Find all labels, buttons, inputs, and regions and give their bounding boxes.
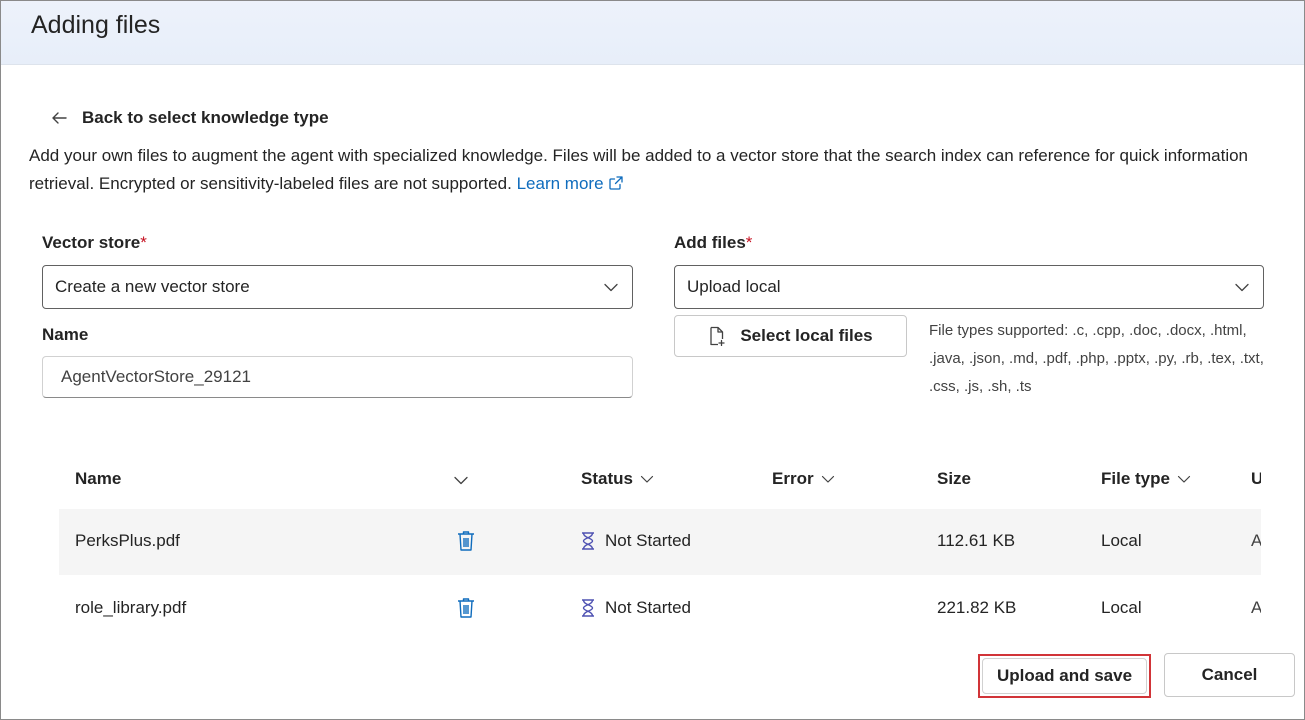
file-size: 221.82 KB — [937, 598, 1017, 617]
delete-icon[interactable] — [457, 530, 475, 552]
dialog-frame: Adding files Back to select knowledge ty… — [0, 0, 1305, 720]
name-input[interactable]: AgentVectorStore_29121 — [42, 356, 633, 398]
column-header-size-label: Size — [937, 469, 972, 488]
status-label: Not Started — [605, 598, 691, 617]
add-files-label-text: Add files — [674, 233, 746, 252]
status-cell: Not Started — [581, 598, 691, 618]
table-row[interactable]: PerksPlus.pdf Not Started 112.61 KB Loca… — [59, 509, 1261, 575]
add-files-label: Add files* — [674, 233, 752, 253]
column-header-name[interactable]: Name — [75, 469, 121, 489]
column-header-error[interactable]: Error — [772, 469, 836, 489]
learn-more-label: Learn more — [516, 174, 604, 193]
add-files-select[interactable]: Upload local — [674, 265, 1264, 309]
back-link-label: Back to select knowledge type — [82, 108, 329, 127]
column-header-status-label: Status — [581, 469, 633, 488]
cancel-button[interactable]: Cancel — [1164, 653, 1295, 697]
back-link[interactable]: Back to select knowledge type — [49, 105, 329, 131]
status-label: Not Started — [605, 531, 691, 550]
delete-icon[interactable] — [457, 597, 475, 619]
dialog-title: Adding files — [31, 11, 161, 39]
cancel-label: Cancel — [1201, 665, 1258, 684]
column-header-file-type[interactable]: File type — [1101, 469, 1192, 489]
hourglass-icon — [581, 532, 595, 550]
dialog-header: Adding files — [1, 1, 1304, 65]
upload-and-save-button[interactable]: Upload and save — [978, 654, 1151, 698]
file-types-text: File types supported: .c, .cpp, .doc, .d… — [929, 322, 1264, 395]
column-header-error-label: Error — [772, 469, 814, 488]
chevron-down-icon — [639, 471, 655, 487]
required-mark: * — [745, 233, 753, 252]
vector-store-label: Vector store* — [42, 233, 147, 253]
column-header-truncated[interactable]: U — [1251, 469, 1261, 489]
column-header-status[interactable]: Status — [581, 469, 655, 489]
select-local-files-label: Select local files — [740, 326, 873, 345]
vector-store-select[interactable]: Create a new vector store — [42, 265, 633, 309]
upload-and-save-inner: Upload and save — [982, 658, 1147, 694]
file-type: Local — [1101, 531, 1142, 550]
chevron-down-icon — [1176, 471, 1192, 487]
truncated-cell: A — [1251, 598, 1261, 618]
column-header-file-type-label: File type — [1101, 469, 1170, 488]
learn-more-link[interactable]: Learn more — [517, 174, 624, 193]
document-add-icon — [708, 326, 726, 347]
column-header-size[interactable]: Size — [937, 469, 971, 489]
file-name: role_library.pdf — [75, 598, 187, 617]
description-text: Add your own files to augment the agent … — [29, 146, 1249, 193]
truncated-cell: A — [1251, 531, 1261, 551]
hourglass-icon — [581, 599, 595, 617]
column-header-name-label: Name — [75, 469, 122, 488]
required-mark: * — [140, 233, 147, 252]
file-size: 112.61 KB — [937, 531, 1016, 550]
vector-store-value: Create a new vector store — [55, 277, 250, 296]
external-link-icon — [608, 172, 624, 190]
status-cell: Not Started — [581, 531, 691, 551]
table-row[interactable]: role_library.pdf Not Started 221.82 KB L… — [59, 576, 1261, 642]
select-local-files-button[interactable]: Select local files — [674, 315, 907, 357]
add-files-value: Upload local — [687, 277, 781, 296]
name-input-value: AgentVectorStore_29121 — [61, 367, 251, 386]
file-type: Local — [1101, 598, 1142, 617]
file-name: PerksPlus.pdf — [75, 531, 180, 550]
upload-and-save-label: Upload and save — [996, 666, 1133, 685]
chevron-down-icon — [1233, 278, 1251, 296]
arrow-left-icon — [49, 108, 69, 128]
description: Add your own files to augment the agent … — [29, 142, 1269, 198]
chevron-down-icon — [820, 471, 836, 487]
name-label: Name — [42, 325, 89, 344]
vector-store-label-text: Vector store — [42, 233, 141, 252]
chevron-down-icon[interactable] — [452, 471, 470, 489]
chevron-down-icon — [602, 278, 620, 296]
